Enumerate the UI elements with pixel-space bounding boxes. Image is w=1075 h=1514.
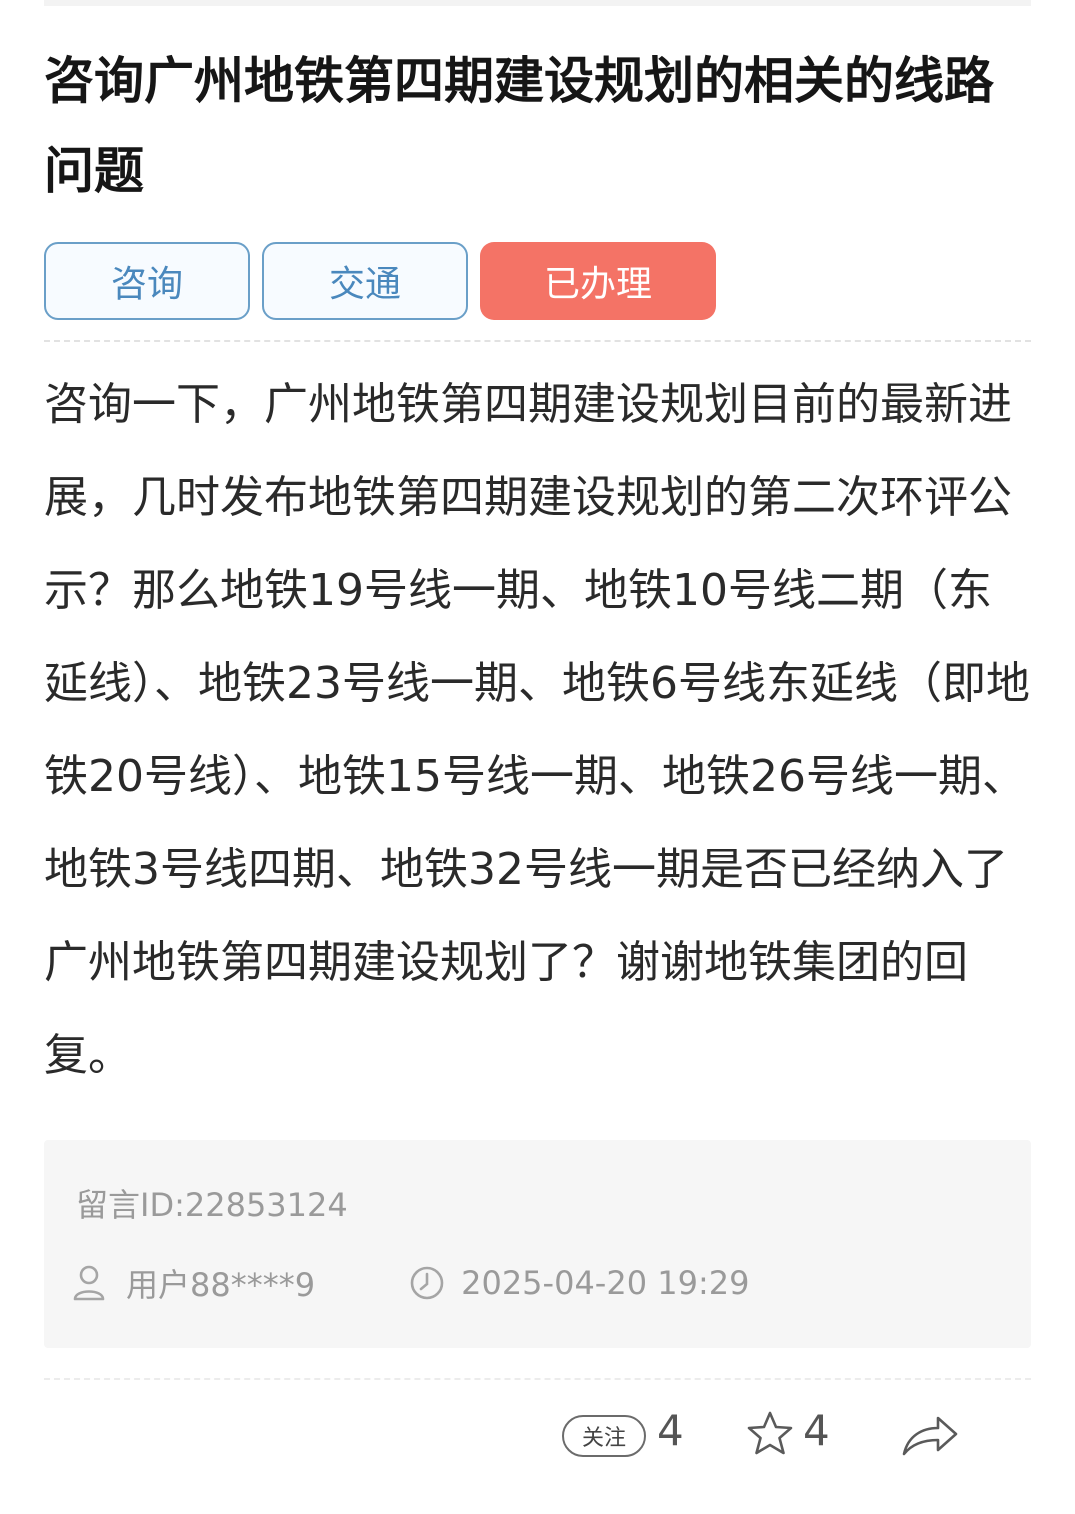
follow-count: 4 xyxy=(657,1406,684,1455)
divider xyxy=(44,340,1031,342)
page-title: 咨询广州地铁第四期建设规划的相关的线路问题 xyxy=(44,52,994,200)
star-icon[interactable] xyxy=(746,1410,794,1460)
divider xyxy=(44,1378,1031,1380)
post-time: 2025-04-20 19:29 xyxy=(409,1264,749,1302)
message-id: 留言ID:22853124 xyxy=(76,1186,348,1224)
author-name: 用户88****9 xyxy=(126,1266,316,1304)
clock-icon xyxy=(409,1265,445,1301)
user-icon xyxy=(72,1264,106,1302)
message-detail-page: 咨询广州地铁第四期建设规划的相关的线路问题 咨询 交通 已办理 咨询一下，广州地… xyxy=(0,0,1075,1514)
top-divider xyxy=(44,0,1031,6)
action-bar: 关注 4 4 xyxy=(0,1400,1075,1470)
share-icon[interactable] xyxy=(902,1414,958,1460)
tag-field[interactable]: 交通 xyxy=(262,242,468,320)
tag-list: 咨询 交通 已办理 xyxy=(44,242,1031,320)
favorite-count: 4 xyxy=(803,1406,830,1455)
message-body: 咨询一下，广州地铁第四期建设规划目前的最新进展，几时发布地铁第四期建设规划的第二… xyxy=(44,379,1030,1081)
tag-category[interactable]: 咨询 xyxy=(44,242,250,320)
message-meta: 留言ID:22853124 用户88****9 2025-04-20 19:29 xyxy=(44,1140,1031,1348)
meta-row: 用户88****9 2025-04-20 19:29 xyxy=(72,1260,749,1306)
follow-button[interactable]: 关注 xyxy=(562,1415,646,1457)
status-badge: 已办理 xyxy=(480,242,716,320)
post-datetime: 2025-04-20 19:29 xyxy=(461,1264,750,1302)
